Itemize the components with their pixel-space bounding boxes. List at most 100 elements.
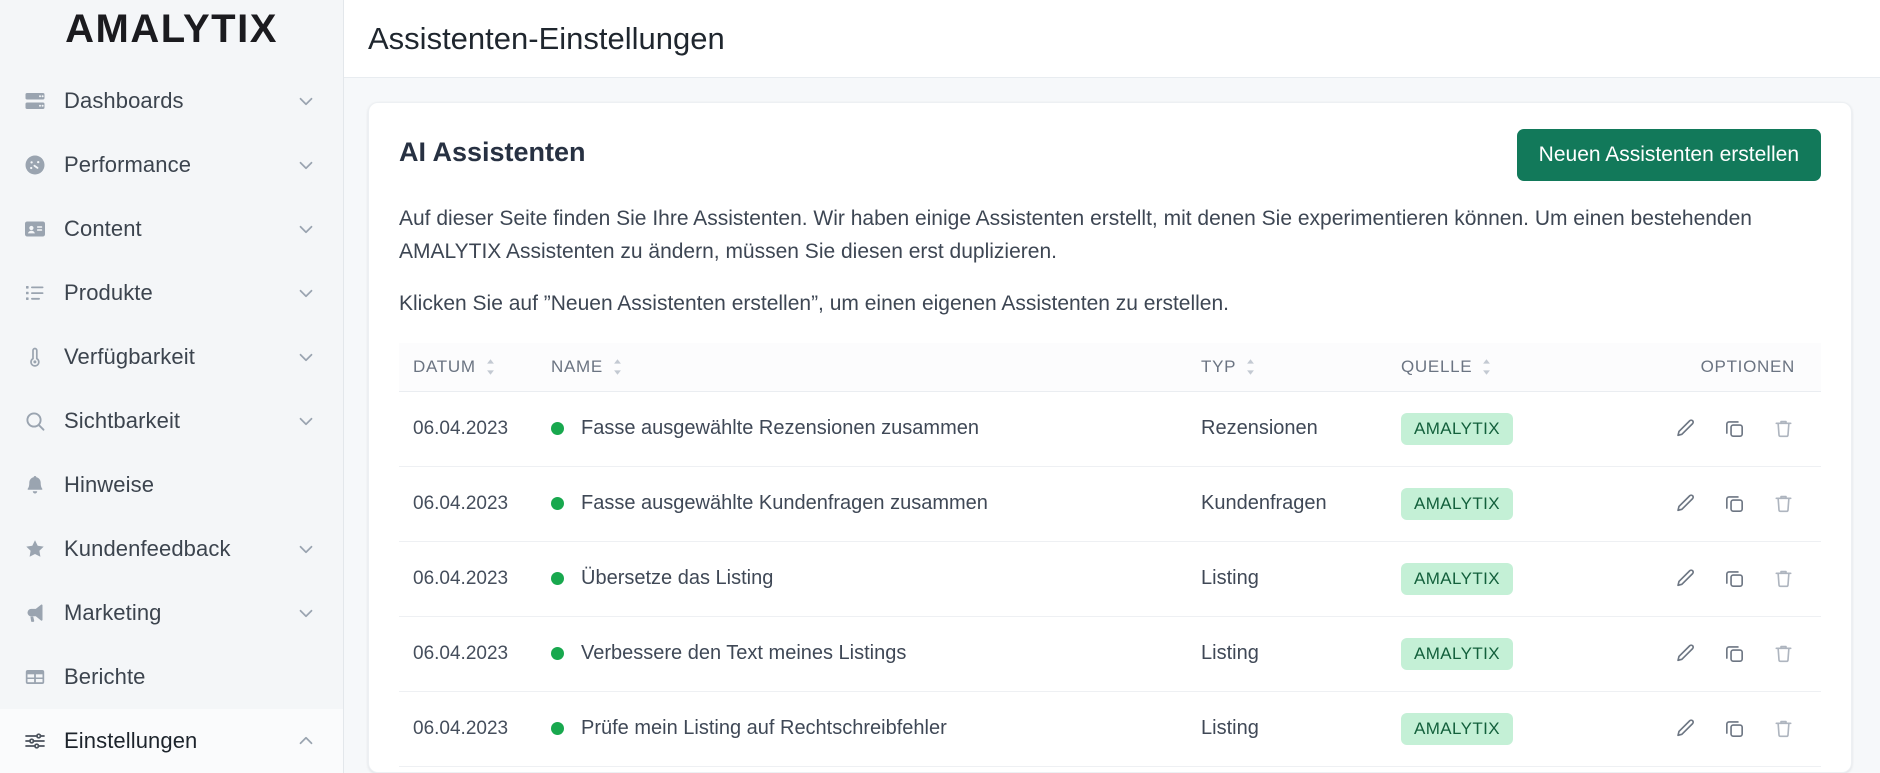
trash-icon[interactable]	[1772, 492, 1795, 515]
cell-datum: 06.04.2023	[399, 391, 551, 467]
duplicate-icon[interactable]	[1723, 642, 1746, 665]
table-row[interactable]: 06.04.2023 Fasse ausgewählte Rezensionen …	[399, 391, 1821, 467]
list-icon	[22, 280, 48, 306]
sidebar-item-dashboards[interactable]: Dashboards	[0, 69, 343, 133]
table-header-row: DATUM NAME TYP QUELLE OPTIONEN	[399, 342, 1821, 392]
page-title: Assistenten-Einstellungen	[368, 20, 725, 56]
table-row[interactable]: 06.04.2023Schlage Keywords vorListingAMA…	[399, 766, 1821, 773]
table-row[interactable]: 06.04.2023 Prüfe mein Listing auf Rechtsc…	[399, 691, 1821, 767]
cell-typ: Listing	[1201, 766, 1401, 773]
trash-icon[interactable]	[1772, 717, 1795, 740]
cell-datum: 06.04.2023	[399, 766, 551, 773]
chevron-down-icon[interactable]	[295, 346, 317, 368]
sidebar-item-performance[interactable]: Performance	[0, 133, 343, 197]
gauge-icon	[22, 152, 48, 178]
cell-quelle: AMALYTIX	[1401, 466, 1601, 542]
description-paragraph-2: Klicken Sie auf ”Neuen Assistenten erste…	[399, 292, 1229, 316]
card-title: AI Assistenten	[399, 137, 586, 167]
cell-name: Fasse ausgewählte Rezensionen zusammen	[551, 391, 1201, 467]
cell-datum: 06.04.2023	[399, 691, 551, 767]
assistant-name: Fasse ausgewählte Kundenfragen zusammen	[581, 492, 988, 515]
sort-icon[interactable]	[1480, 358, 1493, 376]
row-actions	[1601, 642, 1821, 665]
sort-icon[interactable]	[1244, 358, 1257, 376]
sort-icon[interactable]	[484, 358, 497, 376]
trash-icon[interactable]	[1772, 642, 1795, 665]
table-row[interactable]: 06.04.2023 Verbessere den Text meines Lis…	[399, 616, 1821, 692]
column-header-label: DATUM	[413, 356, 476, 376]
chevron-up-icon[interactable]	[295, 730, 317, 752]
sidebar-item-marketing[interactable]: Marketing	[0, 581, 343, 645]
row-actions	[1601, 492, 1821, 515]
row-actions	[1601, 417, 1821, 440]
chevron-down-icon[interactable]	[295, 154, 317, 176]
cell-quelle: AMALYTIX	[1401, 691, 1601, 767]
edit-icon[interactable]	[1674, 567, 1697, 590]
row-actions	[1601, 717, 1821, 740]
cell-options	[1601, 616, 1821, 692]
cell-typ: Listing	[1201, 541, 1401, 617]
duplicate-icon[interactable]	[1723, 492, 1746, 515]
sidebar-item-label: Berichte	[64, 664, 146, 689]
sidebar-item-berichte[interactable]: Berichte	[0, 645, 343, 709]
column-header-datum[interactable]: DATUM	[399, 342, 551, 392]
sidebar-item-verf-gbarkeit[interactable]: Verfügbarkeit	[0, 325, 343, 389]
cell-datum: 06.04.2023	[399, 541, 551, 617]
chevron-down-icon[interactable]	[295, 90, 317, 112]
chevron-down-icon[interactable]	[295, 602, 317, 624]
source-badge: AMALYTIX	[1401, 712, 1514, 745]
trash-icon[interactable]	[1772, 417, 1795, 440]
trash-icon[interactable]	[1772, 567, 1795, 590]
column-header-label: TYP	[1201, 356, 1237, 376]
duplicate-icon[interactable]	[1723, 567, 1746, 590]
status-dot-icon	[551, 497, 564, 511]
sidebar-item-label: Hinweise	[64, 472, 155, 497]
assistants-card: AI Assistenten Neuen Assistenten erstell…	[368, 102, 1852, 773]
sidebar-item-label: Performance	[64, 152, 192, 177]
column-header-opt: OPTIONEN	[1601, 342, 1821, 392]
cell-options	[1601, 466, 1821, 542]
sidebar-item-produkte[interactable]: Produkte	[0, 261, 343, 325]
duplicate-icon[interactable]	[1723, 417, 1746, 440]
cell-name: Fasse ausgewählte Kundenfragen zusammen	[551, 466, 1201, 542]
cell-name: Prüfe mein Listing auf Rechtschreibfehle…	[551, 691, 1201, 767]
sidebar-item-label: Dashboards	[64, 88, 184, 113]
sliders-icon	[22, 728, 48, 754]
table-row[interactable]: 06.04.2023 Fasse ausgewählte Kundenfragen…	[399, 466, 1821, 542]
create-assistant-button[interactable]: Neuen Assistenten erstellen	[1516, 129, 1821, 181]
cell-datum: 06.04.2023	[399, 466, 551, 542]
sidebar-item-einstellungen[interactable]: Einstellungen	[0, 709, 343, 773]
app-root: AMALYTIX Dashboards Performance Content Pro…	[0, 0, 1880, 773]
chevron-down-icon[interactable]	[295, 410, 317, 432]
column-header-name[interactable]: NAME	[551, 342, 1201, 392]
column-header-quelle[interactable]: QUELLE	[1401, 342, 1601, 392]
brand-logo[interactable]: AMALYTIX	[0, 0, 343, 55]
sidebar-item-label: Verfügbarkeit	[64, 344, 195, 369]
sidebar-nav: Dashboards Performance Content Produkte Verf…	[0, 55, 343, 773]
edit-icon[interactable]	[1674, 492, 1697, 515]
edit-icon[interactable]	[1674, 642, 1697, 665]
sidebar-item-label: Produkte	[64, 280, 153, 305]
card-header: AI Assistenten Neuen Assistenten erstell…	[399, 129, 1821, 181]
column-header-typ[interactable]: TYP	[1201, 342, 1401, 392]
server-icon	[22, 88, 48, 114]
assistant-name: Fasse ausgewählte Rezensionen zusammen	[581, 417, 979, 440]
sidebar-item-hinweise[interactable]: Hinweise	[0, 453, 343, 517]
sidebar-item-content[interactable]: Content	[0, 197, 343, 261]
edit-icon[interactable]	[1674, 717, 1697, 740]
cell-name: Verbessere den Text meines Listings	[551, 616, 1201, 692]
assistant-name: Prüfe mein Listing auf Rechtschreibfehle…	[581, 717, 947, 740]
chevron-down-icon[interactable]	[295, 218, 317, 240]
chevron-down-icon[interactable]	[295, 282, 317, 304]
duplicate-icon[interactable]	[1723, 717, 1746, 740]
sidebar-item-sichtbarkeit[interactable]: Sichtbarkeit	[0, 389, 343, 453]
cell-options	[1601, 391, 1821, 467]
sort-icon[interactable]	[611, 358, 624, 376]
sidebar-item-kundenfeedback[interactable]: Kundenfeedback	[0, 517, 343, 581]
table-row[interactable]: 06.04.2023 Übersetze das Listing Listing AM…	[399, 541, 1821, 617]
main-area: Assistenten-Einstellungen AI Assistenten…	[344, 0, 1880, 773]
search-icon	[22, 408, 48, 434]
chevron-down-icon[interactable]	[295, 538, 317, 560]
sidebar-item-label: Einstellungen	[64, 728, 198, 753]
edit-icon[interactable]	[1674, 417, 1697, 440]
